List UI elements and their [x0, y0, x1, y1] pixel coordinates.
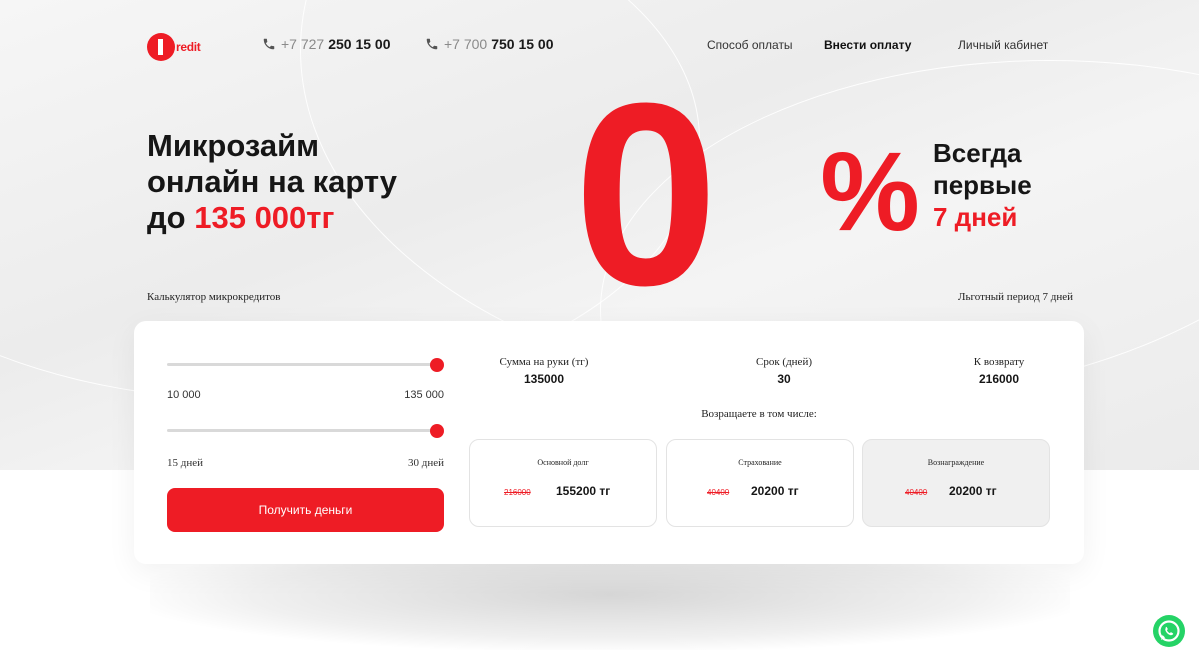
logo[interactable]: redit [147, 33, 201, 61]
promo-line2: первые [933, 170, 1032, 200]
stat-amount: Сумма на руки (тг) 135000 [474, 356, 614, 386]
hero-title-line1: Микрозайм [147, 128, 320, 163]
stat-value: 216000 [978, 372, 1020, 386]
hero-amount: 135 000тг [194, 200, 335, 235]
nav-make-payment[interactable]: Внести оплату [824, 38, 911, 52]
amount-slider-track[interactable] [167, 363, 434, 366]
phone-link-1[interactable]: +7 727 250 15 00 [262, 36, 391, 52]
phone-prefix: +7 700 [444, 36, 488, 52]
phone-icon [426, 38, 438, 50]
get-money-button[interactable]: Получить деньги [167, 488, 444, 532]
breakdown-new-value: 20200 тг [751, 484, 799, 498]
stat-label: Срок (дней) [755, 356, 812, 368]
whatsapp-icon[interactable] [1152, 614, 1186, 648]
calculator-card: 10 000 135 000 15 дней 30 дней Получить … [134, 321, 1084, 564]
percent-sign: % [820, 140, 920, 240]
term-slider-thumb[interactable] [430, 424, 444, 438]
phone-prefix: +7 727 [281, 36, 325, 52]
breakdown-old-value: 216000 [504, 488, 531, 497]
stat-value: 30 [777, 372, 791, 386]
phone-link-2[interactable]: +7 700 750 15 00 [425, 36, 554, 52]
stat-value: 135000 [523, 372, 565, 386]
breakdown-new-value: 20200 тг [949, 484, 997, 498]
calculator-label: Калькулятор микрокредитов [147, 291, 281, 303]
big-zero: 0 [574, 90, 719, 290]
breakdown-fee: Вознаграждение 40400 20200 тг [862, 439, 1050, 527]
grace-period-label: Льготный период 7 дней [958, 291, 1073, 303]
breakdown-label: Страхование [738, 458, 782, 467]
stat-label: Сумма на руки (тг) [499, 356, 589, 368]
including-label: Возращаете в том числе: [701, 408, 817, 420]
phone-number: 750 15 00 [491, 36, 554, 52]
stat-repay: К возврату 216000 [934, 356, 1064, 386]
breakdown-new-value: 155200 тг [556, 484, 611, 498]
phone-number: 250 15 00 [328, 36, 391, 52]
big-zero-text: 0 [574, 90, 719, 290]
term-min-label: 15 дней [167, 457, 204, 469]
breakdown-label: Вознаграждение [927, 458, 985, 467]
promo-line3: 7 дней [933, 202, 1018, 232]
nav-account[interactable]: Личный кабинет [958, 38, 1048, 52]
breakdown-label: Основной долг [537, 458, 589, 467]
breakdown-principal: Основной долг 216000 155200 тг [469, 439, 657, 527]
nav-payment-method[interactable]: Способ оплаты [707, 38, 793, 52]
hero-title-prefix: до [147, 200, 195, 235]
logo-mark [147, 33, 175, 61]
amount-slider[interactable] [167, 358, 444, 372]
breakdown-old-value: 40400 [905, 488, 928, 497]
hero-title: Микрозайм онлайн на карту до 135 000тг [147, 128, 397, 236]
stat-term: Срок (дней) 30 [714, 356, 854, 386]
promo-line1: Всегда [933, 138, 1022, 168]
logo-text: redit [176, 40, 201, 54]
phone-icon [263, 38, 275, 50]
stat-label: К возврату [973, 356, 1025, 368]
breakdown-old-value: 40400 [707, 488, 730, 497]
hero-title-line2: онлайн на карту [147, 164, 398, 199]
amount-min-label: 10 000 [167, 389, 201, 401]
term-max-label: 30 дней [407, 457, 444, 469]
breakdown-insurance: Страхование 40400 20200 тг [666, 439, 854, 527]
amount-max-label: 135 000 [404, 389, 444, 401]
hero-title-line3: до 135 000тг [147, 200, 397, 236]
percent-text: % [820, 140, 920, 240]
term-slider-track[interactable] [167, 429, 434, 432]
promo-text: Всегда первые 7 дней [933, 137, 1032, 233]
amount-slider-thumb[interactable] [430, 358, 444, 372]
term-slider[interactable] [167, 424, 444, 438]
